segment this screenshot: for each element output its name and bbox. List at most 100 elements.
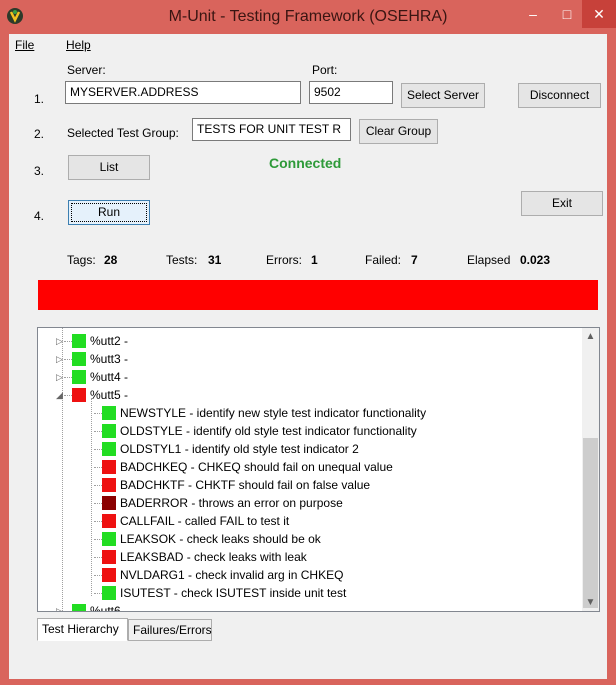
tree-test-node[interactable]: LEAKSBAD - check leaks with leak: [94, 548, 599, 566]
errors-label: Errors:: [266, 253, 302, 267]
tree-test-node[interactable]: BADERROR - throws an error on purpose: [94, 494, 599, 512]
expand-icon[interactable]: ▷: [56, 350, 63, 368]
status-indicator-icon: [72, 352, 86, 366]
title-bar: M-Unit - Testing Framework (OSEHRA) – □ …: [0, 0, 616, 34]
port-label: Port:: [312, 63, 338, 77]
tree-node-label: BADCHKEQ - CHKEQ should fail on unequal …: [120, 460, 393, 474]
run-button[interactable]: Run: [68, 200, 150, 225]
tree-routine-node[interactable]: ▷ %utt2 -: [56, 332, 570, 350]
tree-connector: [94, 503, 102, 504]
step-3-label: 3.: [34, 164, 45, 178]
step-4-label: 4.: [34, 209, 45, 223]
status-indicator-icon: [102, 514, 116, 528]
tree-routine-node[interactable]: ▷ %utt3 -: [56, 350, 570, 368]
exit-button[interactable]: Exit: [521, 191, 603, 216]
main-panel: File Help Server: Port: 1. MYSERVER.ADDR…: [9, 34, 607, 679]
tree-test-node[interactable]: OLDSTYLE - identify old style test indic…: [94, 422, 599, 440]
expand-icon[interactable]: ▷: [56, 332, 63, 350]
menu-file[interactable]: File: [15, 38, 34, 52]
tree-connector: [64, 611, 72, 612]
minimize-button[interactable]: –: [516, 0, 550, 28]
tree-routine-node[interactable]: ▷ %utt4 -: [56, 368, 570, 386]
tree-routine-node[interactable]: ▷ %utt6 -: [56, 602, 570, 612]
tree-node-label: %utt6 -: [90, 604, 129, 612]
status-indicator-icon: [102, 550, 116, 564]
expand-icon[interactable]: ▷: [56, 602, 63, 611]
tree-connector: [94, 431, 102, 432]
connection-status: Connected: [269, 155, 342, 171]
tree-test-node[interactable]: BADCHKTF - CHKTF should fail on false va…: [94, 476, 599, 494]
server-input[interactable]: MYSERVER.ADDRESS: [65, 81, 301, 104]
status-indicator-icon: [102, 478, 116, 492]
tags-count: 28: [104, 253, 118, 267]
tree-test-node[interactable]: NVLDARG1 - check invalid arg in CHKEQ: [94, 566, 599, 584]
tree-node-label: LEAKSBAD - check leaks with leak: [120, 550, 307, 564]
elapsed-value: 0.023: [520, 253, 551, 267]
tree-node-label: CALLFAIL - called FAIL to test it: [120, 514, 290, 528]
maximize-button[interactable]: □: [550, 0, 584, 28]
test-group-input[interactable]: TESTS FOR UNIT TEST R: [192, 118, 351, 141]
tree-connector: [94, 593, 102, 594]
menu-help[interactable]: Help: [66, 38, 91, 52]
tree-connector: [94, 557, 102, 558]
step-2-label: 2.: [34, 127, 45, 141]
tree-test-node[interactable]: ISUTEST - check ISUTEST inside unit test: [94, 584, 599, 602]
menu-bar: File Help: [9, 34, 607, 54]
status-indicator-icon: [102, 496, 116, 510]
tree-connector: [94, 467, 102, 468]
status-indicator-icon: [102, 568, 116, 582]
status-indicator-icon: [102, 460, 116, 474]
select-server-button[interactable]: Select Server: [401, 83, 485, 108]
status-indicator-icon: [72, 370, 86, 384]
test-group-label: Selected Test Group:: [67, 126, 179, 140]
tree-node-label: LEAKSOK - check leaks should be ok: [120, 532, 321, 546]
tree-routine-node[interactable]: ◢ %utt5 -: [56, 386, 570, 404]
tree-connector: [64, 377, 72, 378]
status-indicator-icon: [72, 334, 86, 348]
tab-test-hierarchy[interactable]: Test Hierarchy: [37, 618, 128, 641]
tree-test-node[interactable]: NEWSTYLE - identify new style test indic…: [94, 404, 599, 422]
errors-count: 1: [311, 253, 318, 267]
tree-connector: [94, 521, 102, 522]
tree-connector: [94, 449, 102, 450]
tree-guide-line: [91, 398, 92, 596]
status-indicator-icon: [102, 406, 116, 420]
tree-test-node[interactable]: BADCHKEQ - CHKEQ should fail on unequal …: [94, 458, 599, 476]
expand-icon[interactable]: ▷: [56, 368, 63, 386]
tree-node-label: BADERROR - throws an error on purpose: [120, 496, 343, 510]
tree-node-label: NEWSTYLE - identify new style test indic…: [120, 406, 427, 420]
run-button-label: Run: [71, 203, 147, 222]
tree-node-label: BADCHKTF - CHKTF should fail on false va…: [120, 478, 371, 492]
collapse-icon[interactable]: ◢: [56, 386, 63, 404]
failed-label: Failed:: [365, 253, 402, 267]
elapsed-label: Elapsed: [467, 253, 511, 267]
tree-connector: [64, 395, 72, 396]
step-1-label: 1.: [34, 92, 45, 106]
tree-node-label: NVLDARG1 - check invalid arg in CHKEQ: [120, 568, 344, 582]
tree-test-node[interactable]: CALLFAIL - called FAIL to test it: [94, 512, 599, 530]
tree-node-label: %utt5 -: [90, 388, 129, 402]
tags-label: Tags:: [67, 253, 96, 267]
tree-connector: [94, 539, 102, 540]
status-indicator-icon: [72, 604, 86, 611]
tests-label: Tests:: [166, 253, 198, 267]
disconnect-button[interactable]: Disconnect: [518, 83, 601, 108]
clear-group-button[interactable]: Clear Group: [359, 119, 438, 144]
tree-test-node[interactable]: OLDSTYL1 - identify old style test indic…: [94, 440, 599, 458]
port-input[interactable]: 9502: [309, 81, 393, 104]
tests-count: 31: [208, 253, 222, 267]
close-button[interactable]: ✕: [582, 0, 616, 28]
status-indicator-icon: [102, 424, 116, 438]
tree-test-node[interactable]: LEAKSOK - check leaks should be ok: [94, 530, 599, 548]
list-button[interactable]: List: [68, 155, 150, 180]
chevron-up-icon[interactable]: ▲: [582, 328, 599, 345]
tree-node-label: %utt3 -: [90, 352, 129, 366]
tab-failures-errors[interactable]: Failures/Errors: [128, 619, 212, 641]
tree-node-label: %utt4 -: [90, 370, 129, 384]
status-indicator-icon: [102, 442, 116, 456]
results-progress-bar: [38, 280, 598, 310]
tree-connector: [94, 413, 102, 414]
test-hierarchy-tree[interactable]: ▲ ▼ ▷ %utt2 - ▷ %utt3 - ▷ %utt4 - ◢ %utt5 - NEWS…: [37, 327, 600, 612]
app-window: M-Unit - Testing Framework (OSEHRA) – □ …: [0, 0, 616, 685]
tree-node-label: ISUTEST - check ISUTEST inside unit test: [120, 586, 347, 600]
